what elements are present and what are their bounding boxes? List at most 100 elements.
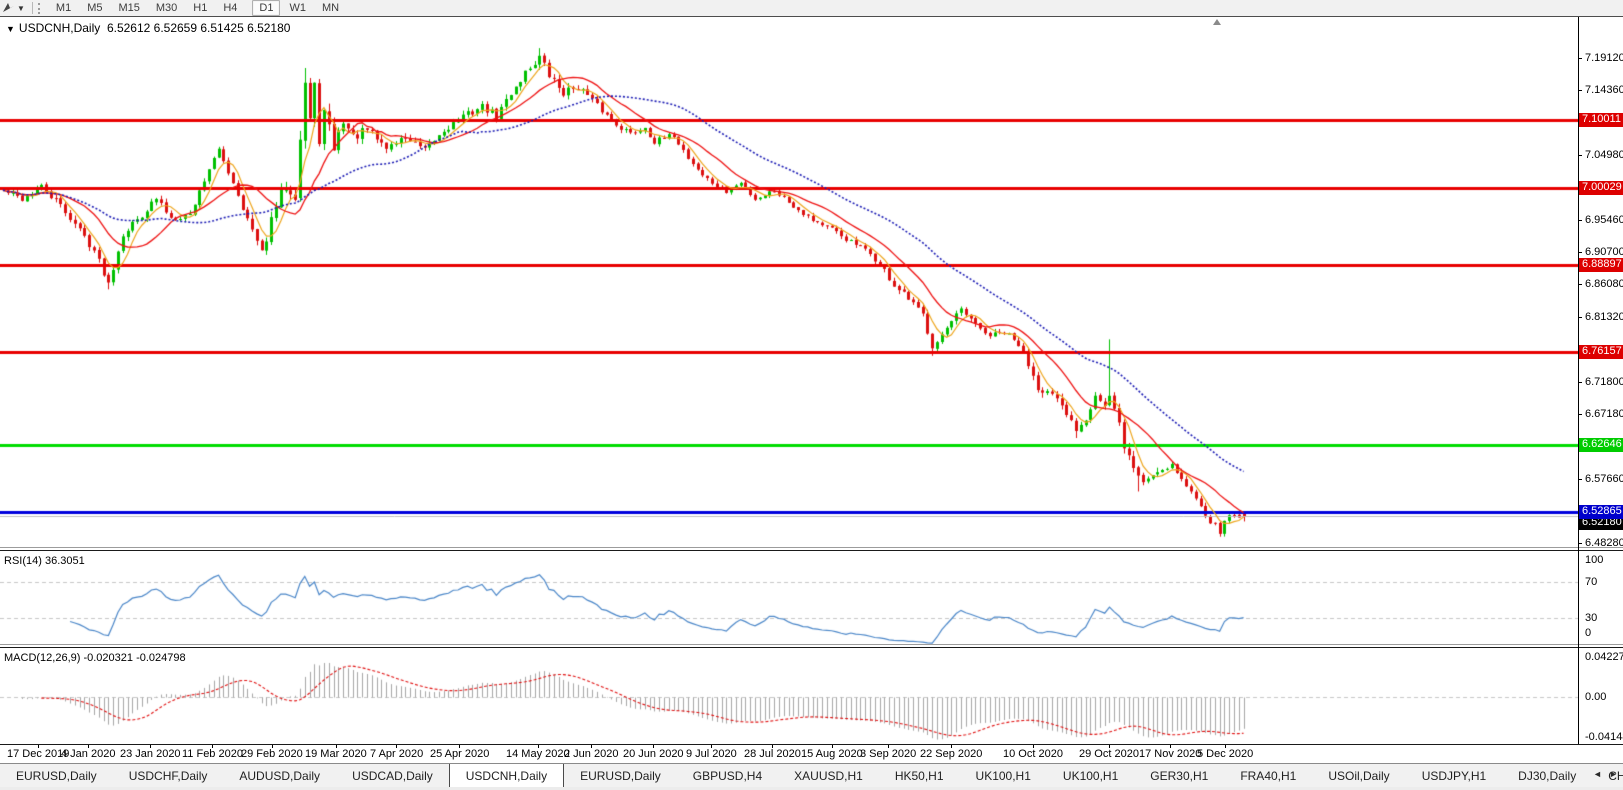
pane-separator[interactable] [0, 644, 1623, 645]
date-axis-label: 22 Sep 2020 [920, 748, 983, 760]
chart-tab-usoil-daily[interactable]: USOil,Daily [1312, 764, 1405, 788]
top-toolbar: ▼ M1 M5 M15 M30 H1 H4 D1 W1 MN [0, 0, 1623, 17]
timeframe-button-mn[interactable]: MN [315, 0, 346, 16]
rsi-axis-label: 100 [1585, 554, 1604, 566]
price-axis-tick [1578, 479, 1582, 480]
price-axis-tick [1578, 414, 1582, 415]
chart-title: ▼ USDCNH,Daily 6.52612 6.52659 6.51425 6.… [6, 21, 290, 35]
rsi-label: RSI(14) 36.3051 [4, 555, 85, 567]
price-axis-label: 6.81320 [1585, 311, 1623, 323]
date-axis-label: 7 Apr 2020 [370, 748, 424, 760]
price-axis-tick [1578, 58, 1582, 59]
timeframe-button-m30[interactable]: M30 [149, 0, 184, 16]
price-level-badge: 6.62646 [1579, 438, 1623, 452]
price-level-badge: 6.88897 [1579, 258, 1623, 272]
price-axis-label: 6.67180 [1585, 408, 1623, 420]
chart-tab-xauusd-h1[interactable]: XAUUSD,H1 [778, 764, 879, 788]
price-axis-tick [1578, 155, 1582, 156]
timeframe-button-m1[interactable]: M1 [49, 0, 78, 16]
price-axis-tick [1578, 252, 1582, 253]
cursor-tool-caret[interactable]: ▼ [17, 4, 25, 13]
date-axis-label: 5 Dec 2020 [1197, 748, 1254, 760]
price-axis-label: 6.71800 [1585, 376, 1623, 388]
date-axis-label: 10 Oct 2020 [1003, 748, 1063, 760]
pane-separator[interactable] [0, 547, 1623, 548]
rsi-indicator-pane[interactable] [0, 551, 1578, 644]
macd-axis-label: 0.042275 [1585, 651, 1623, 663]
timeframe-button-m5[interactable]: M5 [80, 0, 109, 16]
rsi-axis-label: 70 [1585, 576, 1598, 588]
date-axis-label: 15 Aug 2020 [801, 748, 863, 760]
timeframe-button-group: M1 M5 M15 M30 H1 H4 D1 W1 MN [48, 0, 347, 16]
date-axis-label: 2 Jun 2020 [564, 748, 619, 760]
price-axis-tick [1578, 317, 1582, 318]
cursor-tool-icon[interactable] [1, 2, 15, 14]
chart-symbol-label: USDCNH,Daily [18, 21, 101, 35]
toolbar-grip[interactable] [37, 2, 43, 14]
timeframe-button-w1[interactable]: W1 [282, 0, 313, 16]
macd-indicator-pane[interactable] [0, 648, 1578, 744]
rsi-axis-label: 0 [1585, 627, 1592, 639]
chart-tab-bar: EURUSD,Daily USDCHF,Daily AUDUSD,Daily USDC… [0, 763, 1623, 788]
timeframe-button-m15[interactable]: M15 [111, 0, 146, 16]
chart-tab-usdjpy-h1[interactable]: USDJPY,H1 [1406, 764, 1502, 788]
chart-tab-dj30-daily[interactable]: DJ30,Daily [1502, 764, 1592, 788]
date-axis-border [0, 744, 1623, 745]
price-axis-tick [1578, 543, 1582, 544]
chart-tab-uk100-h1[interactable]: UK100,H1 [1047, 764, 1134, 788]
chart-tab-hk50-h1[interactable]: HK50,H1 [879, 764, 960, 788]
price-axis-tick [1578, 284, 1582, 285]
chart-tab-fra40-h1[interactable]: FRA40,H1 [1224, 764, 1312, 788]
macd-label: MACD(12,26,9) -0.020321 -0.024798 [4, 652, 186, 664]
price-axis-tick [1578, 90, 1582, 91]
date-axis-label: 3 Sep 2020 [860, 748, 917, 760]
chart-shift-marker[interactable] [1213, 19, 1221, 25]
price-axis-label: 7.19120 [1585, 52, 1623, 64]
date-axis-label: 23 Jan 2020 [120, 748, 181, 760]
date-axis-label: 29 Feb 2020 [241, 748, 303, 760]
date-axis-label: 28 Jul 2020 [744, 748, 801, 760]
price-level-badge: 7.00029 [1579, 181, 1623, 195]
date-axis-label: 17 Nov 2020 [1139, 748, 1202, 760]
price-axis-tick [1578, 220, 1582, 221]
main-price-chart[interactable] [0, 17, 1578, 547]
price-level-badge: 6.76157 [1579, 345, 1623, 359]
macd-axis-label: -0.04148 [1585, 731, 1623, 743]
chart-tab-eurusd-daily[interactable]: EURUSD,Daily [0, 764, 113, 788]
timeframe-button-h1[interactable]: H1 [186, 0, 214, 16]
date-axis-label: 29 Oct 2020 [1079, 748, 1139, 760]
chart-title-collapse-icon[interactable]: ▼ [6, 24, 15, 34]
chart-tab-gbpusd-h4[interactable]: GBPUSD,H4 [677, 764, 778, 788]
price-axis-label: 7.14360 [1585, 84, 1623, 96]
chart-tab-usdchf-daily[interactable]: USDCHF,Daily [113, 764, 224, 788]
date-axis-label: 4 Jan 2020 [61, 748, 116, 760]
timeframe-button-h4[interactable]: H4 [216, 0, 244, 16]
chart-tab-usdcnh-daily[interactable]: USDCNH,Daily [448, 764, 565, 788]
chart-tab-audusd-daily[interactable]: AUDUSD,Daily [223, 764, 336, 788]
date-axis-label: 14 May 2020 [506, 748, 570, 760]
rsi-axis-label: 30 [1585, 612, 1598, 624]
price-level-badge: 7.10011 [1579, 113, 1623, 127]
chart-ohlc-values: 6.52612 6.52659 6.51425 6.52180 [106, 21, 291, 35]
price-axis-label: 6.95460 [1585, 214, 1623, 226]
price-axis-label: 6.90700 [1585, 246, 1623, 258]
chart-tab-uk100-h1[interactable]: UK100,H1 [960, 764, 1047, 788]
price-axis-label: 6.48280 [1585, 537, 1623, 549]
date-axis-label: 19 Mar 2020 [305, 748, 367, 760]
chart-tab-ger30-h1[interactable]: GER30,H1 [1134, 764, 1224, 788]
tab-scroll-left-icon[interactable]: ◄ [1593, 769, 1602, 779]
price-level-badge: 6.52865 [1579, 505, 1623, 519]
price-axis-label: 6.86080 [1585, 278, 1623, 290]
chart-tab-usdcad-daily[interactable]: USDCAD,Daily [336, 764, 449, 788]
chart-tab-eurusd-daily[interactable]: EURUSD,Daily [564, 764, 677, 788]
price-axis-label: 7.04980 [1585, 149, 1623, 161]
price-axis-tick [1578, 382, 1582, 383]
price-axis-label: 6.57660 [1585, 473, 1623, 485]
toolbar-separator [31, 2, 33, 14]
date-axis-label: 11 Feb 2020 [182, 748, 243, 760]
macd-axis-label: 0.00 [1585, 691, 1607, 703]
date-axis-label: 9 Jul 2020 [686, 748, 737, 760]
timeframe-button-d1[interactable]: D1 [252, 0, 281, 16]
date-axis-label: 25 Apr 2020 [430, 748, 490, 760]
tab-scroll-right-icon[interactable]: ► [1609, 769, 1618, 779]
